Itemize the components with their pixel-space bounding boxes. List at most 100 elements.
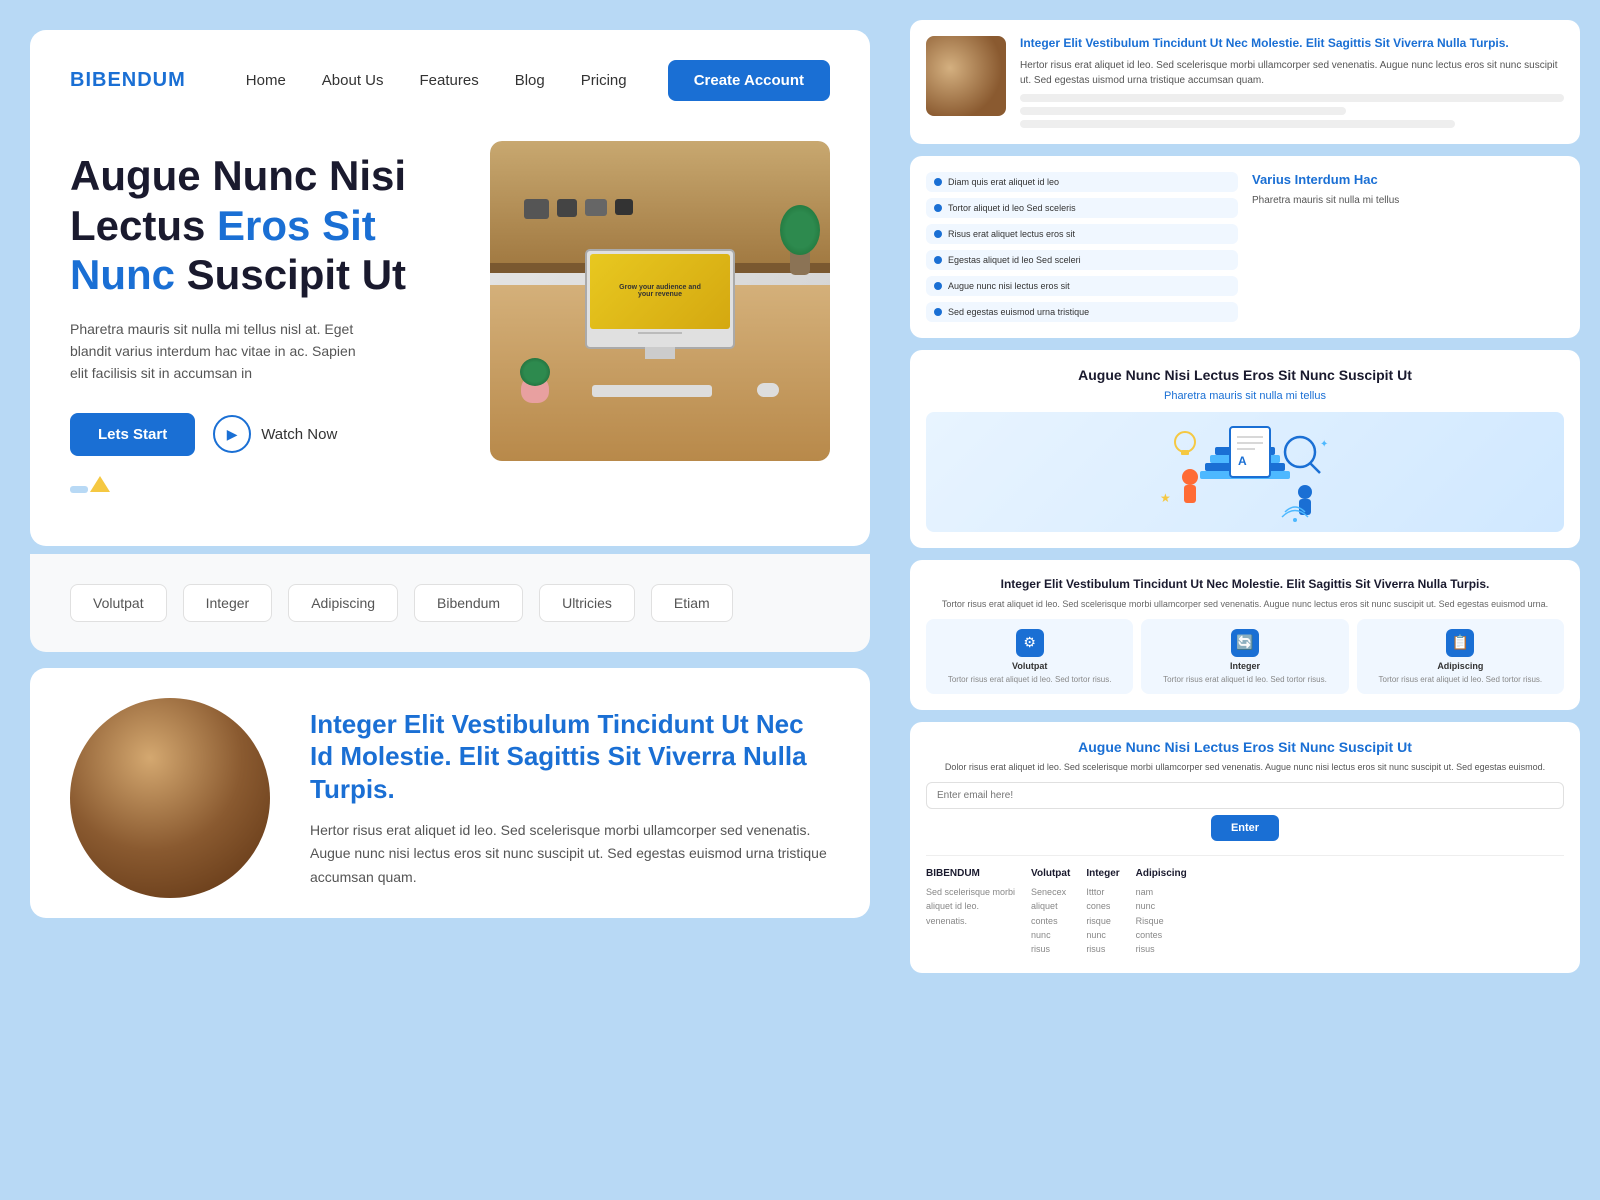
tag-adipiscing[interactable]: Adipiscing	[288, 584, 398, 622]
footer: BIBENDUM Sed scelerisque morbi aliquet i…	[926, 855, 1564, 957]
lets-start-button[interactable]: Lets Start	[70, 413, 195, 456]
footer-volutpat-title: Volutpat	[1031, 868, 1070, 879]
card1-title: Integer Elit Vestibulum Tincidunt Ut Nec…	[1020, 36, 1564, 52]
footer-volutpat-link-5[interactable]: risus	[1031, 942, 1070, 956]
nav-item-pricing[interactable]: Pricing	[581, 72, 627, 90]
footer-adipiscing-link-5[interactable]: risus	[1136, 942, 1187, 956]
card2-features-list: Diam quis erat aliquet id leo Tortor ali…	[926, 172, 1238, 322]
hero-section: Augue Nunc Nisi Lectus Eros Sit Nunc Sus…	[70, 141, 830, 506]
feature-row-3: Risus erat aliquet lectus eros sit	[926, 224, 1238, 244]
svg-text:✦: ✦	[1320, 439, 1328, 450]
card4-icons: ⚙ Volutpat Tortor risus erat aliquet id …	[926, 619, 1564, 694]
tag-ultricies[interactable]: Ultricies	[539, 584, 635, 622]
card3-subtitle: Pharetra mauris sit nulla mi tellus	[926, 390, 1564, 402]
card2-description: Varius Interdum Hac Pharetra mauris sit …	[1252, 172, 1564, 322]
hero-text: Augue Nunc Nisi Lectus Eros Sit Nunc Sus…	[70, 141, 460, 506]
right-sidebar: Integer Elit Vestibulum Tincidunt Ut Nec…	[900, 0, 1600, 1200]
card2-text: Pharetra mauris sit nulla mi tellus	[1252, 193, 1564, 208]
card4-icon-text-1: Tortor risus erat aliquet id leo. Sed to…	[948, 675, 1112, 684]
footer-adipiscing-link-4[interactable]: contes	[1136, 928, 1187, 942]
card4-title: Integer Elit Vestibulum Tincidunt Ut Nec…	[926, 576, 1564, 593]
tag-integer[interactable]: Integer	[183, 584, 273, 622]
tag-etiam[interactable]: Etiam	[651, 584, 733, 622]
card3-title: Augue Nunc Nisi Lectus Eros Sit Nunc Sus…	[926, 366, 1564, 384]
integer-icon: 🔄	[1231, 629, 1259, 657]
brand-logo: BIBENDUM	[70, 69, 186, 92]
deco-triangle-yellow	[90, 476, 110, 492]
volutpat-icon: ⚙	[1016, 629, 1044, 657]
card4-icon-label-3: Adipiscing	[1437, 661, 1483, 671]
hero-description: Pharetra mauris sit nulla mi tellus nisl…	[70, 318, 360, 385]
card1-line1	[1020, 94, 1564, 102]
hero-decorations	[70, 476, 460, 506]
feature-row-1: Diam quis erat aliquet id leo	[926, 172, 1238, 192]
lower-title: Integer Elit Vestibulum Tincidunt Ut Nec…	[310, 708, 830, 806]
feature-dot-5	[934, 282, 942, 290]
adipiscing-icon: 📋	[1446, 629, 1474, 657]
footer-adipiscing-link-3[interactable]: Risque	[1136, 914, 1187, 928]
email-input[interactable]	[926, 782, 1564, 809]
tag-volutpat[interactable]: Volutpat	[70, 584, 167, 622]
svg-text:A: A	[1238, 454, 1247, 468]
play-icon: ▶	[213, 415, 251, 453]
feature-dot-1	[934, 178, 942, 186]
enter-button[interactable]: Enter	[1211, 815, 1279, 841]
lower-image	[70, 698, 270, 898]
feature-row-4: Egestas aliquet id leo Sed sceleri	[926, 250, 1238, 270]
footer-adipiscing-link-1[interactable]: nam	[1136, 885, 1187, 899]
footer-volutpat-link-4[interactable]: nunc	[1031, 928, 1070, 942]
card1-text: Hertor risus erat aliquet id leo. Sed sc…	[1020, 58, 1564, 88]
sidebar-card-cta: Augue Nunc Nisi Lectus Eros Sit Nunc Sus…	[910, 722, 1580, 973]
hero-image: Grow your audience andyour revenue	[490, 141, 830, 461]
svg-text:★: ★	[1160, 491, 1171, 505]
footer-brand-text3: venenatis.	[926, 914, 1015, 928]
nav-item-blog[interactable]: Blog	[515, 72, 545, 90]
illustration-svg: A ★ ✦	[1145, 417, 1345, 527]
nav-item-home[interactable]: Home	[246, 72, 286, 90]
card1-line3	[1020, 120, 1455, 128]
footer-adipiscing-link-2[interactable]: nunc	[1136, 899, 1187, 913]
hero-actions: Lets Start ▶ Watch Now	[70, 413, 460, 456]
card1-line2	[1020, 107, 1346, 115]
navbar: BIBENDUM Home About Us Features Blog Pri…	[70, 60, 830, 101]
footer-integer-link-1[interactable]: Itttor	[1086, 885, 1119, 899]
footer-volutpat-link-1[interactable]: Senecex	[1031, 885, 1070, 899]
feature-row-6: Sed egestas euismod urna tristique	[926, 302, 1238, 322]
footer-col-adipiscing: Adipiscing nam nunc Risque contes risus	[1136, 868, 1187, 957]
card4-desc: Tortor risus erat aliquet id leo. Sed sc…	[926, 599, 1564, 609]
feature-dot-2	[934, 204, 942, 212]
create-account-button[interactable]: Create Account	[668, 60, 830, 101]
deco-rect-blue	[70, 486, 88, 493]
card5-title: Augue Nunc Nisi Lectus Eros Sit Nunc Sus…	[926, 738, 1564, 756]
card4-icon-text-3: Tortor risus erat aliquet id leo. Sed to…	[1379, 675, 1543, 684]
card4-icon-label-2: Integer	[1230, 661, 1260, 671]
footer-columns: BIBENDUM Sed scelerisque morbi aliquet i…	[926, 868, 1564, 957]
footer-integer-link-3[interactable]: risque	[1086, 914, 1119, 928]
footer-integer-link-5[interactable]: risus	[1086, 942, 1119, 956]
nav-links: Home About Us Features Blog Pricing	[246, 72, 668, 90]
footer-brand-text1: Sed scelerisque morbi	[926, 885, 1015, 899]
footer-volutpat-link-3[interactable]: contes	[1031, 914, 1070, 928]
sidebar-card-icon-features: Integer Elit Vestibulum Tincidunt Ut Nec…	[910, 560, 1580, 710]
footer-brand-title: BIBENDUM	[926, 868, 1015, 879]
lower-section: Integer Elit Vestibulum Tincidunt Ut Nec…	[30, 668, 870, 918]
main-panel: BIBENDUM Home About Us Features Blog Pri…	[0, 0, 900, 1200]
card1-content: Integer Elit Vestibulum Tincidunt Ut Nec…	[1020, 36, 1564, 128]
tag-bibendum[interactable]: Bibendum	[414, 584, 523, 622]
footer-volutpat-link-2[interactable]: aliquet	[1031, 899, 1070, 913]
card1-image-visual	[926, 36, 1006, 116]
lower-description: Hertor risus erat aliquet id leo. Sed sc…	[310, 819, 830, 888]
card1-image	[926, 36, 1006, 116]
footer-integer-link-4[interactable]: nunc	[1086, 928, 1119, 942]
card2-title: Varius Interdum Hac	[1252, 172, 1564, 187]
watch-now-button[interactable]: ▶ Watch Now	[213, 415, 337, 453]
footer-integer-link-2[interactable]: cones	[1086, 899, 1119, 913]
footer-adipiscing-title: Adipiscing	[1136, 868, 1187, 879]
footer-brand-text2: aliquet id leo.	[926, 899, 1015, 913]
nav-item-about[interactable]: About Us	[322, 72, 384, 90]
feature-row-5: Augue nunc nisi lectus eros sit	[926, 276, 1238, 296]
footer-col-integer: Integer Itttor cones risque nunc risus	[1086, 868, 1119, 957]
feature-dot-4	[934, 256, 942, 264]
card5-desc: Dolor risus erat aliquet id leo. Sed sce…	[926, 762, 1564, 772]
nav-item-features[interactable]: Features	[420, 72, 479, 90]
